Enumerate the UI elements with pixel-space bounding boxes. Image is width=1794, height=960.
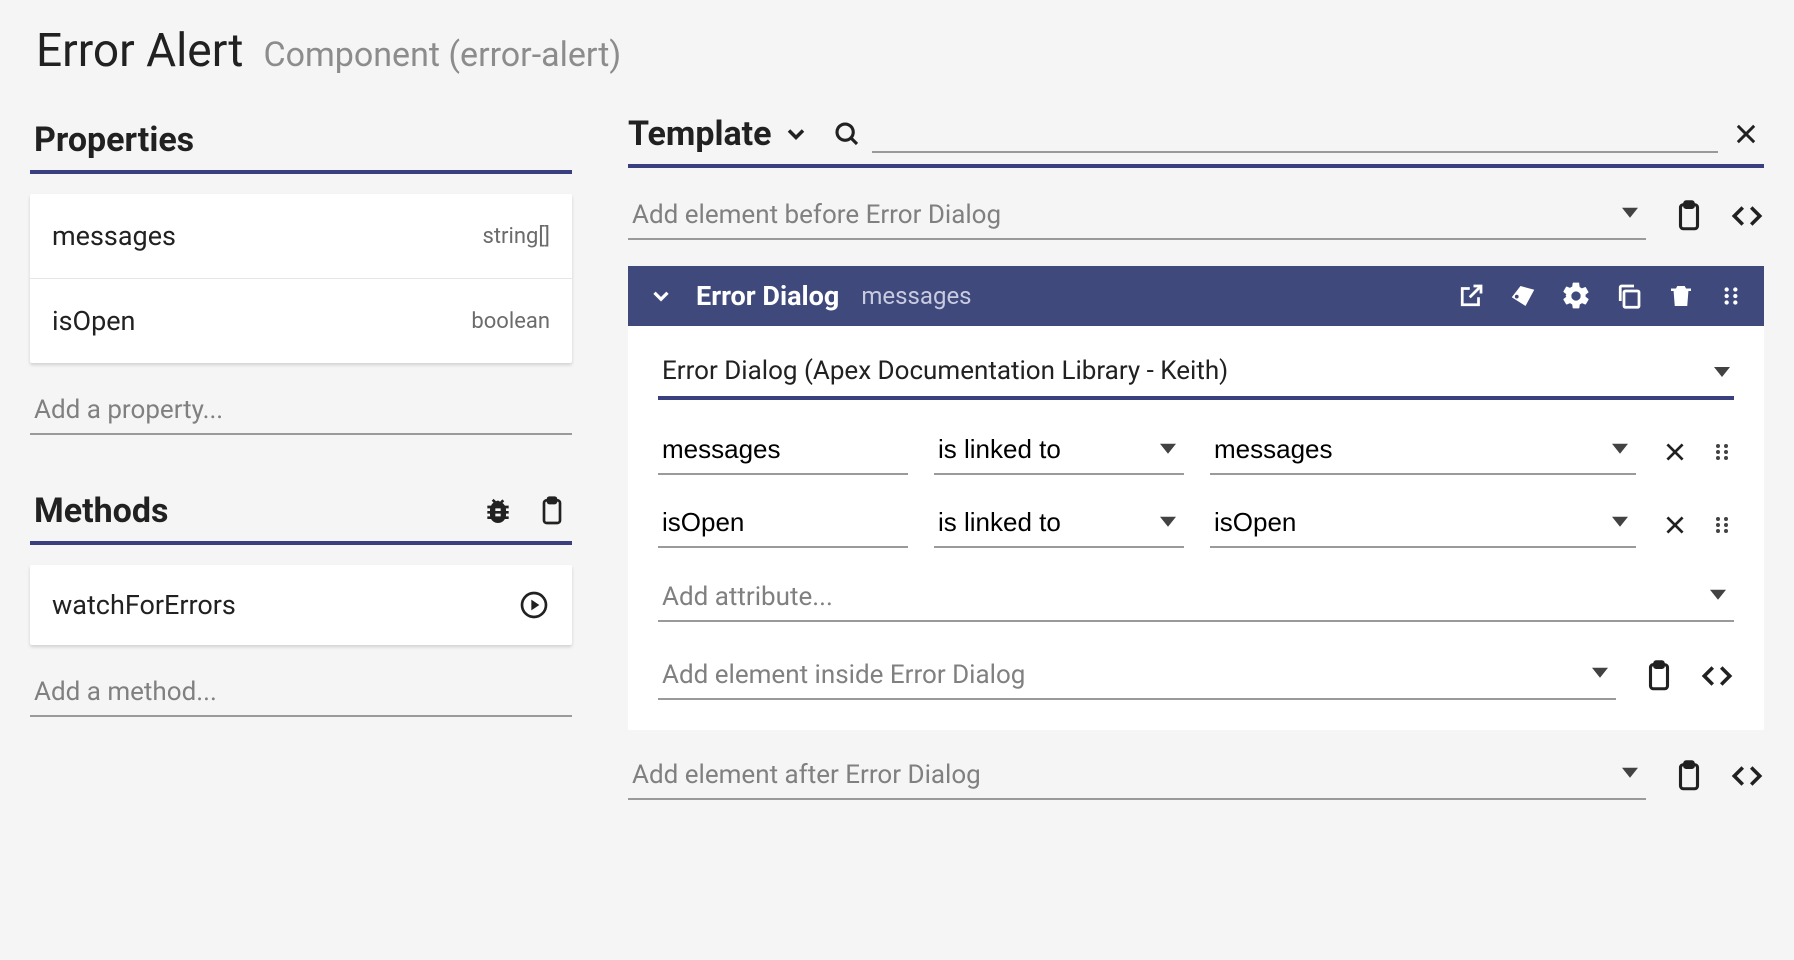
clipboard-icon[interactable] — [1672, 759, 1706, 793]
method-name: watchForErrors — [52, 589, 236, 621]
remove-binding-icon[interactable] — [1662, 439, 1688, 465]
add-element-before-input[interactable] — [628, 192, 1646, 240]
copy-icon[interactable] — [1614, 281, 1644, 311]
element-source-label: Error Dialog (Apex Documentation Library… — [662, 356, 1714, 386]
clipboard-icon[interactable] — [1642, 659, 1676, 693]
search-icon[interactable] — [832, 119, 862, 149]
drag-handle-icon[interactable] — [1710, 513, 1734, 537]
code-icon[interactable] — [1700, 659, 1734, 693]
template-section-title: Template — [628, 114, 772, 154]
binding-row — [658, 428, 1734, 475]
add-element-after-input[interactable] — [628, 752, 1646, 800]
binding-relation-select[interactable] — [934, 428, 1184, 475]
template-element: Error Dialog messages — [628, 266, 1764, 730]
methods-section-header: Methods — [30, 485, 572, 545]
methods-list: watchForErrors — [30, 565, 572, 645]
properties-section-title: Properties — [34, 120, 194, 160]
add-method-input[interactable] — [30, 669, 572, 717]
add-property-input[interactable] — [30, 387, 572, 435]
element-chip: messages — [861, 282, 971, 310]
dropdown-arrow-icon — [1714, 362, 1730, 381]
property-row[interactable]: isOpen boolean — [30, 279, 572, 363]
binding-target-select[interactable] — [1210, 501, 1636, 548]
template-element-header[interactable]: Error Dialog messages — [628, 266, 1764, 326]
binding-row — [658, 501, 1734, 548]
chevron-down-icon[interactable] — [782, 120, 810, 148]
property-row[interactable]: messages string[] — [30, 194, 572, 279]
template-search-input[interactable] — [872, 115, 1718, 153]
style-icon[interactable] — [1508, 281, 1538, 311]
bug-icon[interactable] — [482, 495, 514, 527]
binding-target-select[interactable] — [1210, 428, 1636, 475]
close-icon[interactable] — [1732, 120, 1760, 148]
method-row[interactable]: watchForErrors — [30, 565, 572, 645]
gear-icon[interactable] — [1560, 280, 1592, 312]
page-title: Error Alert — [36, 24, 243, 78]
drag-handle-icon[interactable] — [1718, 283, 1744, 309]
drag-handle-icon[interactable] — [1710, 440, 1734, 464]
page-subtitle: Component (error-alert) — [263, 35, 621, 75]
chevron-down-icon[interactable] — [648, 283, 674, 309]
property-type: boolean — [471, 309, 550, 334]
binding-attribute-input[interactable] — [658, 428, 908, 475]
delete-icon[interactable] — [1666, 281, 1696, 311]
properties-list: messages string[] isOpen boolean — [30, 194, 572, 363]
property-name: messages — [52, 220, 176, 252]
code-icon[interactable] — [1730, 199, 1764, 233]
remove-binding-icon[interactable] — [1662, 512, 1688, 538]
clipboard-icon[interactable] — [536, 495, 568, 527]
page-header: Error Alert Component (error-alert) — [30, 18, 1764, 114]
open-in-new-icon[interactable] — [1456, 281, 1486, 311]
element-source-select[interactable]: Error Dialog (Apex Documentation Library… — [658, 350, 1734, 400]
binding-relation-select[interactable] — [934, 501, 1184, 548]
add-element-inside-input[interactable] — [658, 652, 1616, 700]
properties-section-header: Properties — [30, 114, 572, 174]
clipboard-icon[interactable] — [1672, 199, 1706, 233]
code-icon[interactable] — [1730, 759, 1764, 793]
play-circle-icon[interactable] — [518, 589, 550, 621]
add-attribute-input[interactable] — [658, 574, 1734, 622]
property-type: string[] — [482, 224, 550, 249]
template-section-header: Template — [628, 114, 1764, 168]
property-name: isOpen — [52, 305, 135, 337]
binding-attribute-input[interactable] — [658, 501, 908, 548]
element-title: Error Dialog — [696, 280, 839, 312]
methods-section-title: Methods — [34, 491, 168, 531]
